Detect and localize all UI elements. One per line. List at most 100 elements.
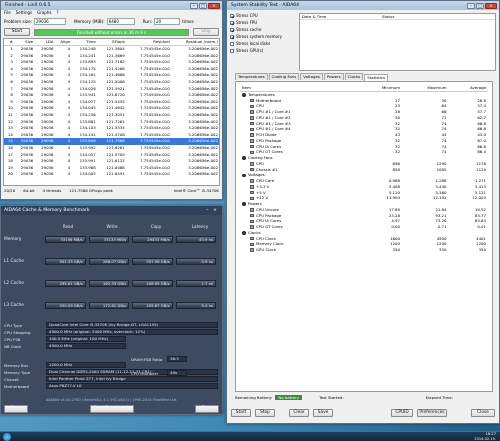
clock[interactable]: 18:27 2014.02.19. <box>474 432 496 441</box>
checkbox-icon[interactable] <box>230 49 234 53</box>
tab-voltages[interactable]: Voltages <box>300 73 323 80</box>
stat-row[interactable]: GPU Clock 350 350 350 <box>240 247 488 253</box>
stress-option[interactable]: Stress local disks <box>230 41 296 48</box>
stability-titlebar[interactable]: System Stability Test - AIDA64 – □ × <box>227 1 499 10</box>
linx-stop-button[interactable]: Stop <box>193 28 219 36</box>
table-row[interactable]: 11 29036 29036 4 134.236 121.3051 7.754545e-01… <box>4 112 219 119</box>
sensor-icon <box>250 179 254 183</box>
table-row[interactable]: 13 29036 29036 4 134.103 121.5534 7.754545e-01… <box>4 125 219 132</box>
table-cell: 121.5921 <box>106 85 125 91</box>
stress-option[interactable]: Stress CPU <box>230 13 296 20</box>
table-cell: 29036 <box>20 111 34 117</box>
start-benchmark-button[interactable]: Start Benchmark <box>89 405 134 413</box>
menu-help[interactable]: ? <box>56 10 58 16</box>
checkbox-icon[interactable] <box>230 42 234 46</box>
checkbox-icon[interactable] <box>230 35 234 39</box>
run-input[interactable]: 20 <box>154 18 181 25</box>
table-cell: 7 <box>10 85 13 91</box>
maximize-icon[interactable]: □ <box>199 2 207 9</box>
close-button[interactable]: Close <box>471 409 495 417</box>
info-label: NB Clock <box>4 343 22 349</box>
table-row[interactable]: 8 29036 29036 4 133.941 121.6720 7.754545e-010… <box>4 92 219 99</box>
clear-button[interactable]: Clear <box>289 409 309 417</box>
table-row[interactable]: 6 29036 29036 4 134.125 121.5006 7.754545e-010… <box>4 79 219 86</box>
tab-clocks[interactable]: Clocks <box>344 73 364 80</box>
table-cell: 3.206656e-002 <box>188 151 218 157</box>
table-row[interactable]: 20 29036 29036 4 134.005 121.6491 7.754545e-01… <box>4 171 219 178</box>
bench-value: 43.9 ns <box>175 235 217 243</box>
checkbox-icon[interactable] <box>230 28 234 32</box>
status-header[interactable]: Status <box>380 14 394 19</box>
table-cell: 29036 <box>41 65 54 71</box>
cache-close-button[interactable]: Close <box>195 405 219 413</box>
sensor-icon <box>250 127 254 131</box>
table-row[interactable]: 15 29036 29036 4 133.849 121.7566 7.754545e-01… <box>4 138 219 145</box>
table-row[interactable]: 12 29036 29036 4 133.881 121.7261 7.754545e-01… <box>4 119 219 126</box>
minimize-icon[interactable]: – <box>467 2 475 9</box>
bench-value: 941.25 GB/s <box>45 257 86 265</box>
close-icon[interactable]: × <box>485 2 497 9</box>
minimize-icon[interactable]: – <box>190 2 198 9</box>
start-button[interactable]: Start <box>231 409 251 417</box>
table-cell: 121.6468 <box>106 164 125 170</box>
stress-option[interactable]: Stress FPU <box>230 20 296 27</box>
save-button[interactable]: Save <box>313 409 333 417</box>
table-cell: 8 <box>10 92 13 98</box>
stress-option[interactable]: Stress system memory <box>230 34 296 41</box>
table-cell: 29036 <box>41 171 54 177</box>
tab-temperatures[interactable]: Temperatures <box>235 73 268 80</box>
table-row[interactable]: 19 29036 29036 4 133.968 121.6468 7.754545e-01… <box>4 165 219 172</box>
stress-option[interactable]: Stress cache <box>230 27 296 34</box>
linx-start-button[interactable]: Start <box>4 28 30 36</box>
table-cell: 3.206656e-002 <box>170 138 219 145</box>
problem-size-input[interactable]: 29036 <box>33 18 66 25</box>
table-row[interactable]: 9 29036 29036 4 134.077 121.5455 7.754545e-010… <box>4 99 219 106</box>
stat-item-label: +5 V <box>256 189 266 195</box>
table-row[interactable]: 5 29036 29036 4 134.161 121.4666 7.754545e-010… <box>4 72 219 79</box>
checkbox-icon[interactable] <box>230 21 234 25</box>
menu-graphs[interactable]: Graphs <box>37 10 51 16</box>
bench-value: 557.56 GB/s <box>132 257 173 265</box>
table-row[interactable]: 3 29036 29036 4 133.893 121.7162 7.754545e-010… <box>4 59 219 66</box>
table-cell: 133.991 <box>79 158 96 164</box>
table-row[interactable]: 7 29036 29036 4 134.026 121.5921 7.754545e-010… <box>4 86 219 93</box>
stat-item-label: Voltages <box>248 172 265 178</box>
table-cell: 11 <box>7 111 13 117</box>
preferences-button[interactable]: Preferences <box>417 409 447 417</box>
table-cell: 121.5006 <box>106 78 125 84</box>
stop-button[interactable]: Stop <box>255 409 275 417</box>
maximize-icon[interactable]: □ <box>476 2 484 9</box>
table-row[interactable]: 16 29036 29036 4 133.992 121.6261 7.754545e-01… <box>4 145 219 152</box>
table-cell: 121.6720 <box>106 92 125 98</box>
stress-option[interactable]: Stress GPU(s) <box>230 48 296 55</box>
table-row[interactable]: 4 29036 29036 4 134.175 121.4266 7.754545e-010… <box>4 66 219 73</box>
table-row[interactable]: 10 29036 29036 4 134.045 121.4642 7.754545e-01… <box>4 105 219 112</box>
date-time-header[interactable]: Date & Time <box>300 14 380 19</box>
memory-input[interactable]: 6480 <box>106 18 135 25</box>
menu-file[interactable]: File <box>4 10 11 16</box>
table-row[interactable]: 2 29036 29036 4 134.241 121.3669 7.754545e-010… <box>4 53 219 60</box>
close-icon[interactable]: × <box>211 208 219 213</box>
sensor-icon <box>250 248 254 252</box>
table-cell: 4 <box>67 125 71 131</box>
cache-titlebar[interactable]: AIDA64 Cache & Memory Benchmark – × <box>1 206 222 215</box>
table-row[interactable]: 17 29036 29036 4 134.057 121.5709 7.754545e-01… <box>4 152 219 159</box>
table-cell: 134.175 <box>79 65 96 71</box>
checkbox-icon[interactable] <box>230 14 234 18</box>
linx-titlebar[interactable]: Finished - LinX 0.6.5 – □ × <box>1 1 222 10</box>
table-row[interactable]: 14 29036 29036 4 134.141 121.4708 7.754545e-01… <box>4 132 219 139</box>
bench-row: L3 Cache 250.09 GB/s 172.61 GB/s 205.67 GB/… <box>4 300 219 310</box>
status-progress: 20/20 <box>4 188 16 193</box>
start-orb[interactable] <box>3 433 11 441</box>
table-row[interactable]: 1 29036 29036 4 134.248 121.3604 7.754545e-010… <box>4 46 219 53</box>
close-icon[interactable]: × <box>208 2 220 9</box>
minimize-icon[interactable]: – <box>203 208 211 213</box>
cpuid-button[interactable]: CPUID <box>391 409 413 417</box>
menu-settings[interactable]: Settings <box>16 10 32 16</box>
tab-cooling-fans[interactable]: Cooling Fans <box>268 73 300 80</box>
table-cell: 121.3669 <box>106 52 125 58</box>
tab-powers[interactable]: Powers <box>323 73 344 80</box>
table-cell: 29036 <box>20 46 34 51</box>
table-row[interactable]: 18 29036 29036 4 133.991 121.6122 7.754545e-01… <box>4 158 219 165</box>
cache-save-button[interactable]: Save <box>4 405 28 413</box>
